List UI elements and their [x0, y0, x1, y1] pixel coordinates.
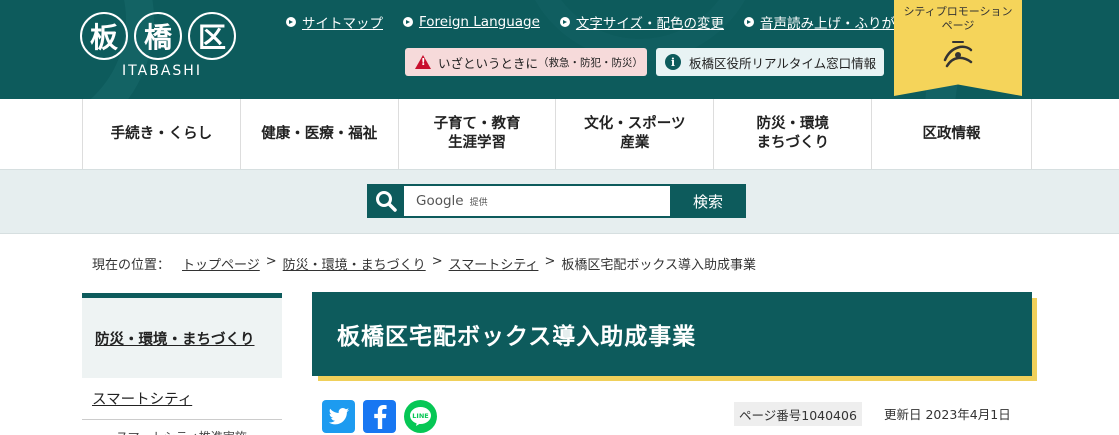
arrow-right-icon — [559, 17, 570, 27]
breadcrumb: 現在の位置： トップページ > 防災・環境・まちづくり > スマートシティ > … — [92, 254, 756, 273]
text-size-color-link[interactable]: 文字サイズ・配色の変更 — [559, 12, 725, 32]
foreign-language-link[interactable]: Foreign Language — [403, 12, 540, 32]
breadcrumb-link-smart-city[interactable]: スマートシティ — [449, 254, 539, 273]
link-label: Foreign Language — [419, 14, 540, 30]
nav-procedures-living[interactable]: 手続き・くらし — [83, 99, 241, 169]
voice-furigana-link[interactable]: 音声読み上げ・ふりがな — [744, 12, 909, 32]
breadcrumb-separator: > — [265, 254, 277, 269]
share-buttons: LINE — [322, 400, 437, 433]
twitter-icon — [328, 407, 349, 424]
google-label: Google — [416, 193, 464, 209]
logo-char: 板 — [80, 12, 128, 60]
local-navigation: 防災・環境・まちづくり スマートシティ スマートシティ推進実施 — [82, 293, 282, 435]
line-icon: LINE — [404, 400, 437, 433]
line-share-button[interactable]: LINE — [404, 400, 437, 433]
sitemap-link[interactable]: サイトマップ — [286, 12, 383, 32]
warning-icon — [415, 55, 431, 69]
logo-subtitle: ITABASHI — [122, 63, 202, 79]
breadcrumb-link-top[interactable]: トップページ — [182, 254, 260, 273]
search-button[interactable]: 検索 — [670, 184, 746, 218]
logo-char: 橋 — [134, 12, 182, 60]
updated-date: 更新日 2023年4月1日 — [884, 407, 1011, 422]
facebook-icon — [373, 404, 387, 429]
nav-disaster-environment-town[interactable]: 防災・環境 まちづくり — [714, 99, 873, 169]
link-label: サイトマップ — [302, 16, 383, 32]
promotion-mascot-icon — [943, 41, 973, 68]
nav-ward-administration[interactable]: 区政情報 — [872, 99, 1032, 169]
facebook-share-button[interactable] — [363, 400, 396, 433]
realtime-window-info-button[interactable]: i 板橋区役所リアルタイム窓口情報 — [656, 48, 884, 76]
breadcrumb-separator: > — [431, 254, 443, 269]
page-number: ページ番号1040406 — [734, 402, 862, 426]
svg-text:LINE: LINE — [412, 412, 428, 420]
nav-health-medical-welfare[interactable]: 健康・医療・福祉 — [241, 99, 399, 169]
emergency-button[interactable]: いざというときに（救急・防犯・防災） — [405, 48, 647, 76]
logo-char: 区 — [188, 12, 236, 60]
utility-links: サイトマップ Foreign Language 文字サイズ・配色の変更 音声読み… — [286, 12, 929, 32]
emergency-label: いざというときに — [438, 55, 539, 71]
breadcrumb-current: 板橋区宅配ボックス導入助成事業 — [561, 258, 756, 273]
breadcrumb-separator: > — [544, 254, 556, 269]
arrow-right-icon — [286, 17, 296, 27]
emergency-sub-label: （救急・防犯・防災） — [538, 56, 644, 69]
twitter-share-button[interactable] — [322, 400, 355, 433]
search-band: Google 提供 検索 — [0, 169, 1119, 234]
search-icon — [367, 184, 404, 218]
link-label: 音声読み上げ・ふりがな — [760, 16, 909, 32]
promo-line-2: ページ — [941, 19, 975, 32]
arrow-right-icon — [744, 17, 755, 27]
nav-childcare-education[interactable]: 子育て・教育 生涯学習 — [399, 99, 557, 169]
breadcrumb-link-disaster-environment[interactable]: 防災・環境・まちづくり — [283, 254, 426, 273]
info-icon: i — [665, 54, 681, 70]
global-navigation: 手続き・くらし 健康・医療・福祉 子育て・教育 生涯学習 文化・スポーツ 産業 … — [82, 99, 1032, 169]
site-search: Google 提供 検索 — [367, 184, 746, 218]
breadcrumb-label: 現在の位置： — [92, 258, 171, 273]
page-title: 板橋区宅配ボックス導入助成事業 — [337, 324, 697, 350]
sidebar-subitem[interactable]: スマートシティ推進実施 — [82, 420, 282, 435]
page-title-box: 板橋区宅配ボックス導入助成事業 — [312, 292, 1032, 376]
provided-label: 提供 — [469, 197, 488, 208]
realtime-label: 板橋区役所リアルタイム窓口情報 — [689, 55, 877, 71]
nav-culture-sports-industry[interactable]: 文化・スポーツ 産業 — [556, 99, 715, 169]
sidebar-item-smart-city[interactable]: スマートシティ — [82, 378, 282, 420]
site-logo[interactable]: 板 橋 区 ITABASHI — [80, 12, 250, 84]
arrow-right-icon — [403, 17, 413, 27]
link-label: 文字サイズ・配色の変更 — [575, 16, 725, 32]
search-input[interactable]: Google 提供 — [404, 184, 670, 218]
promo-line-1: シティプロモーション — [903, 5, 1013, 18]
sidebar-heading-link[interactable]: 防災・環境・まちづくり — [82, 293, 282, 378]
city-promotion-banner[interactable]: シティプロモーション ページ — [894, 0, 1022, 96]
